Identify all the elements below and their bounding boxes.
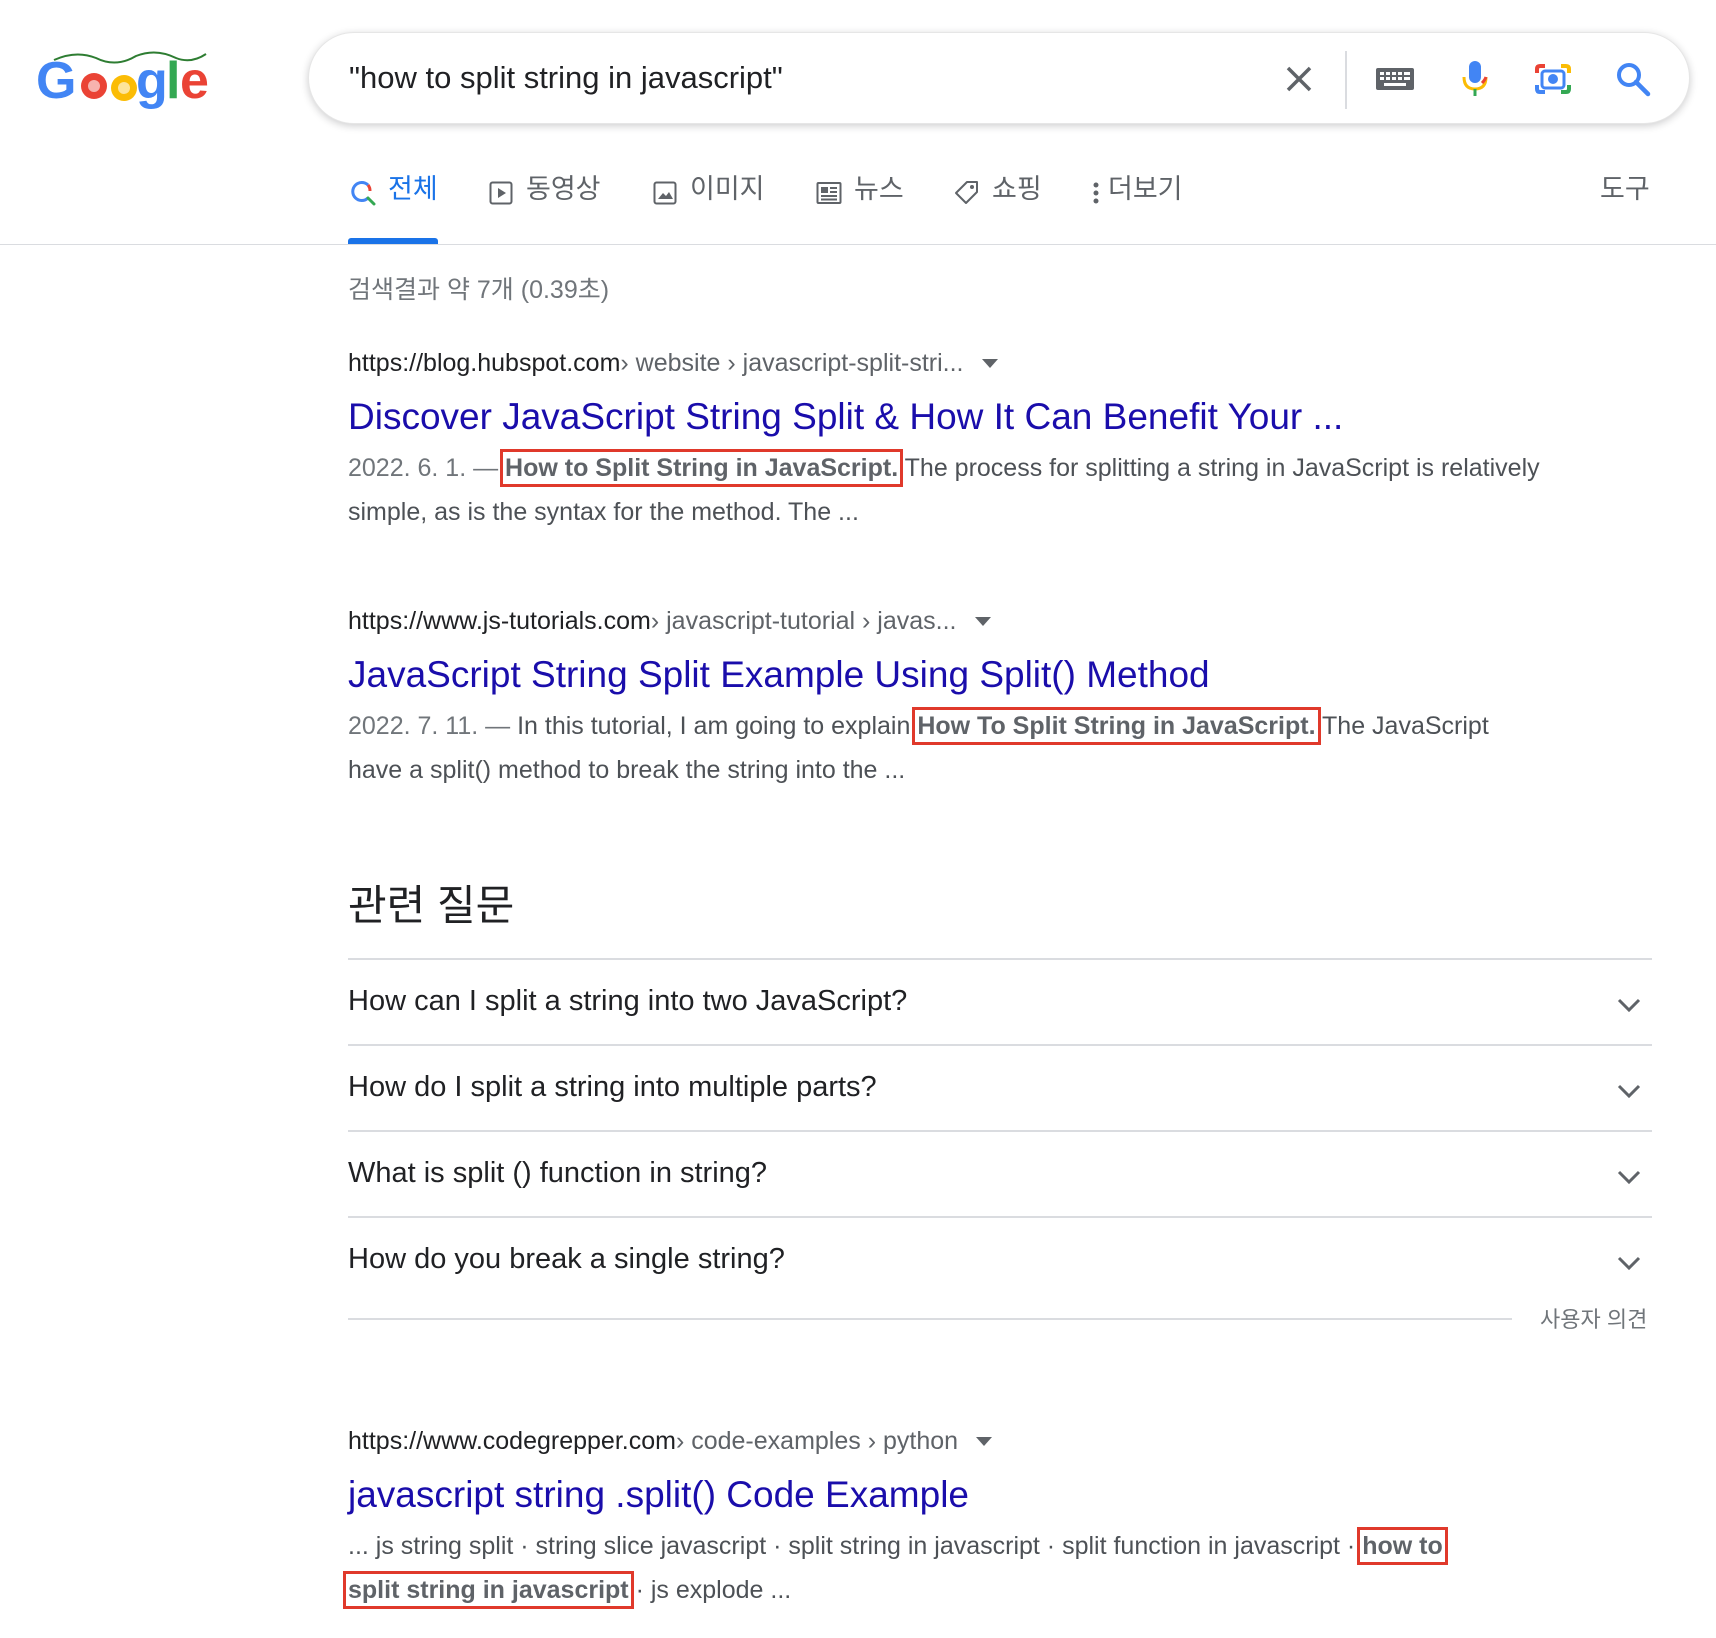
result-host: https://www.codegrepper.com: [348, 1427, 676, 1455]
result-host: https://www.js-tutorials.com: [348, 607, 651, 635]
related-question[interactable]: How do I split a string into multiple pa…: [348, 1044, 1652, 1130]
result-snippet: 2022. 6. 1. — How to Split String in Jav…: [348, 446, 1548, 534]
result-breadcrumbs: › website › javascript-split-stri...: [620, 349, 964, 377]
result-date: 2022. 6. 1. —: [348, 454, 506, 482]
svg-text:G: G: [36, 52, 76, 110]
related-question[interactable]: What is split () function in string?: [348, 1130, 1652, 1216]
mic-icon[interactable]: [1451, 55, 1499, 103]
tab-label: 더보기: [1108, 174, 1183, 204]
highlighted-match: how to: [1357, 1527, 1448, 1565]
close-icon[interactable]: [1275, 55, 1323, 103]
snippet-text: · js explode ...: [628, 1576, 792, 1604]
news-icon: [814, 178, 844, 208]
tab-videos[interactable]: 동영상: [486, 170, 601, 246]
tabs-divider: [0, 244, 1716, 245]
image-icon: [650, 178, 680, 208]
related-question[interactable]: How can I split a string into two JavaSc…: [348, 958, 1652, 1044]
result-date: 2022. 7. 11. —: [348, 712, 518, 740]
tab-shopping[interactable]: 쇼핑: [952, 170, 1042, 246]
feedback-link[interactable]: 사용자 의견: [1540, 1302, 1647, 1334]
result-snippet: 2022. 7. 11. — In this tutorial, I am go…: [348, 704, 1548, 792]
tab-label: 쇼핑: [992, 174, 1042, 204]
result-breadcrumbs: › javascript-tutorial › javas...: [650, 607, 957, 635]
chevron-down-icon: [1614, 1162, 1644, 1192]
google-logo[interactable]: G g l e: [36, 46, 216, 116]
result-snippet: ... js string split · string slice javas…: [343, 1524, 1548, 1612]
svg-text:l: l: [166, 52, 180, 110]
tab-label: 뉴스: [854, 174, 904, 204]
snippet-text: ... js string split · string slice javas…: [348, 1532, 1363, 1560]
related-question[interactable]: How do you break a single string?: [348, 1216, 1652, 1302]
result-url[interactable]: https://blog.hubspot.com › website › jav…: [348, 346, 1548, 380]
highlighted-match: How to Split String in JavaScript.: [500, 449, 904, 487]
related-questions-title: 관련 질문: [348, 882, 515, 929]
tab-more[interactable]: 더보기: [1090, 170, 1183, 246]
tab-news[interactable]: 뉴스: [814, 170, 904, 246]
camera-icon[interactable]: [1529, 55, 1577, 103]
snippet-text: In this tutorial, I am going to explain: [517, 712, 918, 740]
chevron-down-icon: [1614, 1076, 1644, 1106]
search-input[interactable]: [349, 55, 1169, 101]
svg-text:g: g: [136, 52, 168, 110]
highlighted-match: How To Split String in JavaScript.: [912, 707, 1321, 745]
tab-label: 전체: [388, 174, 438, 204]
result-breadcrumbs: › code-examples › python: [675, 1427, 959, 1455]
search-result: https://blog.hubspot.com › website › jav…: [348, 346, 1548, 534]
highlighted-match: split string in javascript: [343, 1571, 634, 1609]
result-menu-caret-icon[interactable]: [981, 358, 998, 368]
more-vert-icon: [1090, 178, 1102, 208]
tag-icon: [952, 178, 982, 208]
result-url[interactable]: https://www.codegrepper.com › code-examp…: [348, 1424, 1548, 1458]
search-icon[interactable]: [1609, 55, 1657, 103]
result-title[interactable]: JavaScript String Split Example Using Sp…: [348, 650, 1548, 700]
play-icon: [486, 178, 516, 208]
question-text: How do you break a single string?: [348, 1243, 785, 1275]
question-text: What is split () function in string?: [348, 1157, 768, 1189]
question-text: How can I split a string into two JavaSc…: [348, 985, 908, 1017]
chevron-down-icon: [1614, 990, 1644, 1020]
question-text: How do I split a string into multiple pa…: [348, 1071, 877, 1103]
svg-text:e: e: [180, 52, 209, 110]
keyboard-icon[interactable]: [1371, 55, 1419, 103]
search-icon: [348, 178, 378, 208]
search-box-divider: [1345, 51, 1347, 109]
search-result: https://www.codegrepper.com › code-examp…: [343, 1424, 1548, 1612]
tab-label: 동영상: [526, 174, 601, 204]
related-questions-divider: [348, 1318, 1512, 1320]
result-title[interactable]: javascript string .split() Code Example: [348, 1470, 1548, 1520]
result-title[interactable]: Discover JavaScript String Split & How I…: [348, 392, 1548, 442]
result-stats: 검색결과 약 7개 (0.39초): [348, 276, 610, 304]
search-box[interactable]: [308, 32, 1690, 124]
tools-button[interactable]: 도구: [1600, 170, 1650, 208]
result-url[interactable]: https://www.js-tutorials.com › javascrip…: [348, 604, 1548, 638]
chevron-down-icon: [1614, 1248, 1644, 1278]
result-menu-caret-icon[interactable]: [976, 1436, 993, 1446]
tab-label: 이미지: [690, 174, 765, 204]
tab-all[interactable]: 전체: [348, 170, 438, 246]
result-menu-caret-icon[interactable]: [974, 616, 991, 626]
related-questions-list: How can I split a string into two JavaSc…: [348, 958, 1652, 1302]
result-host: https://blog.hubspot.com: [348, 349, 621, 377]
search-result: https://www.js-tutorials.com › javascrip…: [348, 604, 1548, 792]
tab-images[interactable]: 이미지: [650, 170, 765, 246]
